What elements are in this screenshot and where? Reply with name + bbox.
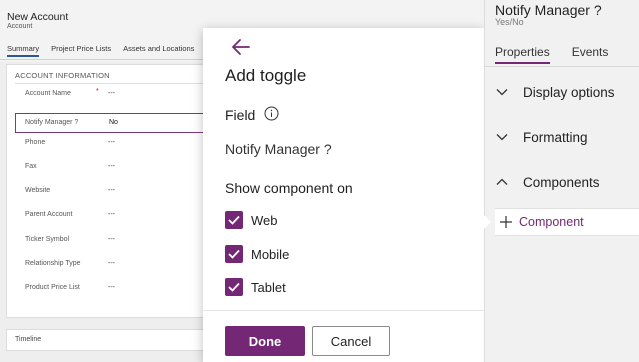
record-entity: Account: [7, 23, 33, 30]
field-value: ---: [108, 90, 115, 97]
dialog-footer-divider: [203, 310, 484, 311]
chevron-down-icon: [496, 89, 508, 96]
record-title: New Account: [7, 11, 69, 23]
section-label: Components: [523, 174, 600, 190]
form-tabs: Summary Project Price Lists Assets and L…: [7, 44, 194, 57]
checkbox-label: Tablet: [251, 279, 286, 295]
field-heading: Field: [225, 107, 256, 123]
add-component-button[interactable]: Component: [495, 208, 639, 236]
callout-pointer: [483, 214, 491, 230]
tab-summary[interactable]: Summary: [7, 44, 40, 57]
field-value: ---: [108, 187, 115, 194]
checkbox-checked-icon[interactable]: [225, 245, 243, 263]
tab-project-price-lists[interactable]: Project Price Lists: [51, 44, 111, 57]
checkbox-checked-icon[interactable]: [225, 278, 243, 296]
info-icon[interactable]: [264, 106, 279, 121]
field-label: Notify Manager ?: [25, 119, 79, 126]
pane-title: Notify Manager ?: [495, 2, 602, 18]
plus-icon: [500, 216, 512, 228]
field-value: ---: [108, 139, 115, 146]
pane-subtitle: Yes/No: [495, 17, 524, 27]
field-name-value: Notify Manager ?: [225, 141, 332, 157]
required-marker: *: [96, 88, 99, 95]
section-display-options[interactable]: Display options: [495, 82, 615, 102]
properties-pane: Notify Manager ? Yes/No Properties Event…: [484, 0, 639, 362]
field-value: ---: [108, 284, 115, 291]
add-toggle-dialog: Add toggle Field Notify Manager ? Show c…: [203, 28, 484, 362]
section-formatting[interactable]: Formatting: [495, 127, 588, 147]
field-value: ---: [108, 236, 115, 243]
field-label: Ticker Symbol: [25, 236, 70, 243]
tab-properties[interactable]: Properties: [495, 45, 550, 64]
field-label: Account Name: [25, 90, 71, 97]
field-label: Phone: [25, 139, 46, 146]
field-label: Parent Account: [25, 211, 73, 218]
checkbox-mobile[interactable]: Mobile: [225, 244, 289, 264]
field-value: No: [109, 119, 118, 126]
section-components[interactable]: Components: [495, 172, 600, 192]
section-label: Display options: [523, 84, 615, 100]
add-component-label: Component: [519, 215, 584, 229]
field-label: Relationship Type: [25, 260, 81, 267]
done-button[interactable]: Done: [225, 326, 305, 356]
back-button[interactable]: [231, 38, 251, 56]
arrow-left-icon: [232, 39, 250, 55]
dialog-title: Add toggle: [225, 66, 307, 85]
pane-tabs: Properties Events: [495, 45, 608, 64]
chevron-down-icon: [496, 134, 508, 141]
timeline-label: Timeline: [15, 336, 42, 343]
section-label: Formatting: [523, 129, 588, 145]
chevron-up-icon: [496, 178, 508, 185]
field-label: Product Price List: [25, 284, 80, 291]
checkbox-label: Web: [251, 212, 278, 228]
field-value: ---: [108, 163, 115, 170]
field-value: ---: [108, 211, 115, 218]
checkbox-label: Mobile: [251, 246, 290, 262]
tab-assets-and-locations[interactable]: Assets and Locations: [123, 44, 194, 57]
cancel-button[interactable]: Cancel: [312, 326, 390, 356]
checkbox-web[interactable]: Web: [225, 210, 278, 230]
section-divider: [15, 83, 215, 84]
field-value: ---: [108, 260, 115, 267]
field-label: Fax: [25, 163, 37, 170]
pane-tabs-divider: [485, 66, 639, 67]
show-component-on-heading: Show component on: [225, 180, 353, 196]
checkbox-tablet[interactable]: Tablet: [225, 277, 286, 297]
field-label: Website: [25, 187, 51, 194]
section-title: ACCOUNT INFORMATION: [15, 71, 110, 80]
checkbox-checked-icon[interactable]: [225, 211, 243, 229]
tab-events[interactable]: Events: [572, 45, 609, 64]
